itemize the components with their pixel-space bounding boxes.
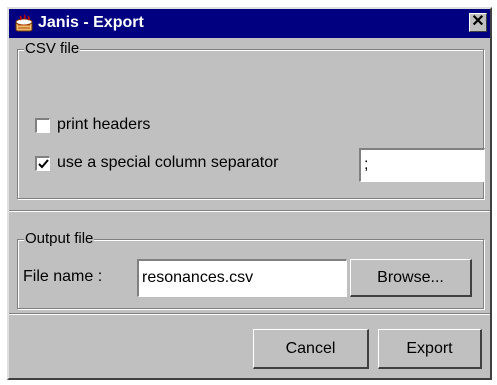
close-button[interactable]: ✕ <box>469 13 487 32</box>
cancel-button[interactable]: Cancel <box>253 329 369 369</box>
print-headers-label[interactable]: print headers <box>57 116 150 134</box>
column-separator-input[interactable]: ; <box>359 148 485 182</box>
print-headers-checkbox[interactable] <box>35 118 50 133</box>
checkmark-icon <box>37 158 49 168</box>
export-button[interactable]: Export <box>378 329 482 369</box>
file-name-label: File name : <box>23 268 103 285</box>
special-separator-label[interactable]: use a special column separator <box>57 154 278 172</box>
export-dialog: Janis - Export ✕ CSV file print headers … <box>7 7 492 380</box>
browse-button[interactable]: Browse... <box>350 259 472 297</box>
window-title: Janis - Export <box>38 14 144 31</box>
section-divider <box>9 210 490 212</box>
output-file-legend: Output file <box>24 230 95 247</box>
janis-app-icon <box>15 14 33 32</box>
file-name-input[interactable]: resonances.csv <box>137 259 347 297</box>
special-separator-checkbox[interactable] <box>35 156 50 171</box>
close-icon: ✕ <box>471 13 485 30</box>
bottom-divider <box>9 313 490 315</box>
csv-file-legend: CSV file <box>24 40 81 57</box>
title-bar[interactable]: Janis - Export ✕ <box>9 9 490 38</box>
